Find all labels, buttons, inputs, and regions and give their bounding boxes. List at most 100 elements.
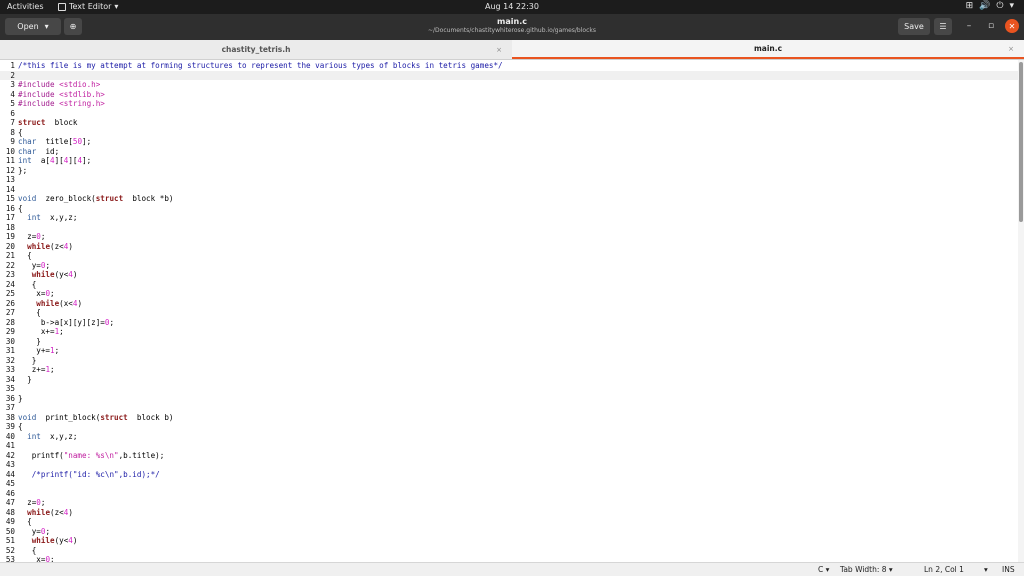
code-line[interactable]: 53 x=0; xyxy=(0,555,1018,562)
code-token: ; xyxy=(50,365,55,374)
scrollbar-thumb[interactable] xyxy=(1019,62,1023,222)
code-line[interactable]: 12}; xyxy=(0,166,1018,176)
code-token: while xyxy=(31,536,55,545)
code-line[interactable]: 16{ xyxy=(0,204,1018,214)
code-line[interactable]: 11 int a[4][4][4]; xyxy=(0,156,1018,166)
code-line[interactable]: 50 y=0; xyxy=(0,527,1018,537)
code-text: int x,y,z; xyxy=(18,213,77,222)
code-line[interactable]: 52 { xyxy=(0,546,1018,556)
code-line[interactable]: 6 xyxy=(0,109,1018,119)
insert-mode-indicator[interactable]: INS xyxy=(1002,565,1015,574)
code-line[interactable]: 45 xyxy=(0,479,1018,489)
tab-main-c[interactable]: main.c × xyxy=(512,40,1024,59)
code-line[interactable]: 3 #include <stdio.h> xyxy=(0,80,1018,90)
code-line[interactable]: 4 #include <stdlib.h> xyxy=(0,90,1018,100)
code-line[interactable]: 49 { xyxy=(0,517,1018,527)
new-tab-button[interactable]: ⊕ xyxy=(64,18,82,35)
code-line[interactable]: 20 while(z<4) xyxy=(0,242,1018,252)
main-menu-button[interactable]: ☰ xyxy=(934,18,952,35)
code-line[interactable]: 48 while(z<4) xyxy=(0,508,1018,518)
code-line[interactable]: 2 xyxy=(0,70,1018,80)
code-line[interactable]: 24 { xyxy=(0,280,1018,290)
code-line[interactable]: 18 xyxy=(0,223,1018,233)
code-text: { xyxy=(18,204,23,213)
close-tab-icon[interactable]: × xyxy=(496,46,502,54)
vertical-scrollbar[interactable] xyxy=(1018,60,1024,562)
code-line[interactable]: 1/*this file is my attempt at forming st… xyxy=(0,61,1018,71)
code-line[interactable]: 37 xyxy=(0,403,1018,413)
minimize-button[interactable]: – xyxy=(962,19,976,33)
code-line[interactable]: 40 int x,y,z; xyxy=(0,432,1018,442)
code-editor[interactable]: 1/*this file is my attempt at forming st… xyxy=(0,60,1018,562)
code-line[interactable]: 39{ xyxy=(0,422,1018,432)
code-line[interactable]: 13 xyxy=(0,175,1018,185)
tab-chastity-tetris-h[interactable]: chastity_tetris.h × xyxy=(0,40,512,59)
language-selector[interactable]: C ▾ xyxy=(818,565,829,574)
code-line[interactable]: 41 xyxy=(0,441,1018,451)
code-line[interactable]: 5 #include <string.h> xyxy=(0,99,1018,109)
code-line[interactable]: 22 y=0; xyxy=(0,261,1018,271)
code-line[interactable]: 21 { xyxy=(0,251,1018,261)
hamburger-menu-icon: ☰ xyxy=(939,22,947,31)
code-line[interactable]: 19 z=0; xyxy=(0,232,1018,242)
code-line[interactable]: 7 struct block xyxy=(0,118,1018,128)
code-line[interactable]: 51 while(y<4) xyxy=(0,536,1018,546)
line-number: 22 xyxy=(5,260,15,270)
code-token: z= xyxy=(18,232,37,241)
system-menu[interactable]: ⊞ 🔊 ⏻ ▾ xyxy=(966,1,1014,11)
save-button[interactable]: Save xyxy=(898,18,930,35)
code-token: #include xyxy=(18,80,60,89)
code-line[interactable]: 46 xyxy=(0,489,1018,499)
code-token: ) xyxy=(68,507,73,517)
code-text: { xyxy=(18,422,23,431)
code-line[interactable]: 30 } xyxy=(0,337,1018,347)
code-token: ; xyxy=(109,317,115,327)
code-line[interactable]: 14 xyxy=(0,185,1018,195)
tab-label: chastity_tetris.h xyxy=(221,45,291,54)
code-line[interactable]: 38 void print_block(struct block b) xyxy=(0,413,1018,423)
code-line[interactable]: 32 } xyxy=(0,356,1018,366)
code-line[interactable]: 8{ xyxy=(0,128,1018,138)
code-token: struct xyxy=(100,412,128,422)
code-text: void zero_block(struct block *b) xyxy=(18,194,173,203)
code-line[interactable]: 28 b->a[x][y][z]=0; xyxy=(0,318,1018,328)
code-line[interactable]: 35 xyxy=(0,384,1018,394)
code-line[interactable]: 43 xyxy=(0,460,1018,470)
code-token: ]; xyxy=(82,137,92,146)
line-number: 20 xyxy=(5,241,15,251)
code-line[interactable]: 17 int x,y,z; xyxy=(0,213,1018,223)
activities-button[interactable]: Activities xyxy=(7,2,44,11)
code-line[interactable]: 10 char id; xyxy=(0,147,1018,157)
code-line[interactable]: 23 while(y<4) xyxy=(0,270,1018,280)
app-menu[interactable]: Text Editor ▾ xyxy=(58,2,118,11)
tab-width-selector[interactable]: Tab Width: 8 ▾ xyxy=(840,565,893,574)
line-number: 15 xyxy=(5,194,15,203)
close-tab-icon[interactable]: × xyxy=(1008,45,1014,53)
code-line[interactable]: 15 void zero_block(struct block *b) xyxy=(0,194,1018,204)
code-line[interactable]: 9 char title[50]; xyxy=(0,137,1018,147)
code-token: ) xyxy=(68,241,73,251)
open-button[interactable]: Open ▾ xyxy=(5,18,61,35)
code-line[interactable]: 42 printf("name: %s\n",b.title); xyxy=(0,451,1018,461)
code-line[interactable]: 34 } xyxy=(0,375,1018,385)
line-number: 31 xyxy=(5,346,15,355)
cursor-position[interactable]: Ln 2, Col 1 xyxy=(924,565,964,574)
code-token: <stdlib.h> xyxy=(59,89,105,99)
code-line[interactable]: 31 y+=1; xyxy=(0,346,1018,356)
maximize-button[interactable]: ▫ xyxy=(984,19,998,33)
code-token: a[ xyxy=(31,156,51,165)
code-line[interactable]: 47 z=0; xyxy=(0,498,1018,508)
close-button[interactable]: ✕ xyxy=(1005,19,1019,33)
code-line[interactable]: 36} xyxy=(0,394,1018,404)
code-line[interactable]: 29 x+=1; xyxy=(0,327,1018,337)
code-line[interactable]: 33 z+=1; xyxy=(0,365,1018,375)
code-token: ; xyxy=(54,346,60,355)
code-token: void xyxy=(18,194,37,203)
code-line[interactable]: 25 x=0; xyxy=(0,289,1018,299)
code-line[interactable]: 26 while(x<4) xyxy=(0,299,1018,309)
clock[interactable]: Aug 14 22:30 xyxy=(485,2,539,11)
line-number: 3 xyxy=(10,80,15,89)
code-line[interactable]: 44 /*printf("id: %c\n",b.id);*/ xyxy=(0,470,1018,480)
code-line[interactable]: 27 { xyxy=(0,308,1018,318)
